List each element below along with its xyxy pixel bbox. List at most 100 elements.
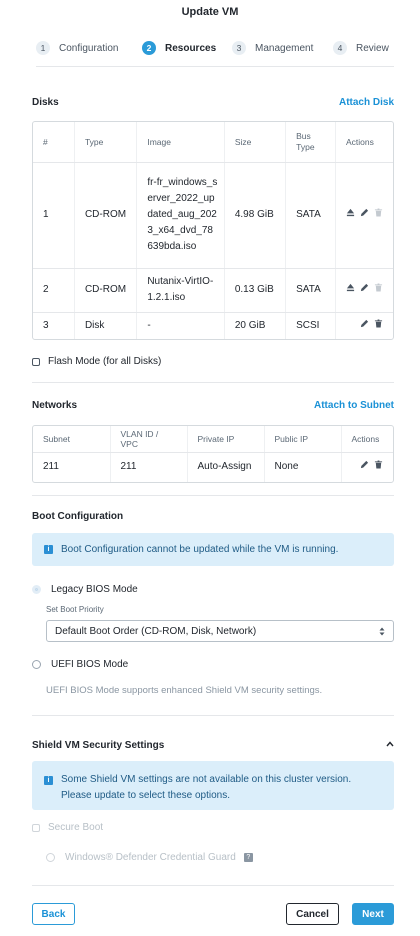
uefi-bios-label: UEFI BIOS Mode xyxy=(51,659,129,670)
step-review[interactable]: 4 Review xyxy=(333,41,389,55)
legacy-bios-radio[interactable]: Legacy BIOS Mode xyxy=(32,584,138,595)
step-number: 4 xyxy=(333,41,347,55)
attach-disk-link[interactable]: Attach Disk xyxy=(339,97,394,108)
cell-actions xyxy=(335,268,393,313)
eject-icon[interactable] xyxy=(346,208,355,217)
step-label: Resources xyxy=(165,42,217,54)
col-number: # xyxy=(33,122,75,163)
step-number: 1 xyxy=(36,41,50,55)
cell-type: Disk xyxy=(74,312,138,339)
cell-actions xyxy=(341,452,393,482)
col-actions: Actions xyxy=(341,426,393,453)
step-management[interactable]: 3 Management xyxy=(232,41,313,55)
delete-icon[interactable] xyxy=(374,460,383,469)
networks-title: Networks xyxy=(32,400,78,411)
cell-size: 4.98 GiB xyxy=(224,162,287,269)
cell-number: 1 xyxy=(33,162,75,269)
col-actions: Actions xyxy=(335,122,393,163)
divider xyxy=(32,382,394,383)
cell-size: 20 GiB xyxy=(224,312,287,339)
info-icon: i xyxy=(44,545,53,554)
step-label: Review xyxy=(356,42,389,54)
cell-image: fr-fr_windows_server_2022_updated_aug_20… xyxy=(136,162,225,269)
step-number: 2 xyxy=(142,41,156,55)
step-label: Configuration xyxy=(59,42,119,54)
cell-private-ip: Auto-Assign xyxy=(187,452,265,482)
flash-mode-checkbox[interactable]: Flash Mode (for all Disks) xyxy=(32,356,161,367)
edit-icon[interactable] xyxy=(360,319,369,328)
edit-icon[interactable] xyxy=(360,283,369,292)
checkbox-box[interactable] xyxy=(32,357,40,366)
table-row: 2 CD-ROM Nutanix-VirtIO-1.2.1.iso 0.13 G… xyxy=(33,268,393,313)
uefi-note: UEFI BIOS Mode supports enhanced Shield … xyxy=(46,685,323,696)
secure-boot-label: Secure Boot xyxy=(48,822,104,833)
attach-subnet-link[interactable]: Attach to Subnet xyxy=(314,400,394,411)
back-button[interactable]: Back xyxy=(32,903,75,925)
wizard-steps: 1 Configuration 2 Resources 3 Management… xyxy=(36,41,394,67)
credential-guard-label: Windows® Defender Credential Guard xyxy=(65,852,236,863)
step-configuration[interactable]: 1 Configuration xyxy=(36,41,118,55)
next-button[interactable]: Next xyxy=(352,903,394,925)
checkbox-box[interactable] xyxy=(32,823,40,832)
boot-info-text: Boot Configuration cannot be updated whi… xyxy=(61,544,339,555)
cell-subnet: 211 xyxy=(33,452,111,482)
col-vlan: VLAN ID / VPC xyxy=(110,426,188,453)
cell-bus: SATA xyxy=(285,268,336,313)
dialog-title: Update VM xyxy=(181,6,239,18)
select-arrows-icon xyxy=(379,627,385,635)
shield-title: Shield VM Security Settings xyxy=(32,740,165,751)
legacy-bios-label: Legacy BIOS Mode xyxy=(51,584,138,595)
boot-priority-select[interactable]: Default Boot Order (CD-ROM, Disk, Networ… xyxy=(46,620,394,642)
eject-icon[interactable] xyxy=(346,283,355,292)
credential-guard-option[interactable]: Windows® Defender Credential Guard ? xyxy=(46,852,253,863)
radio-button[interactable] xyxy=(32,660,41,669)
divider xyxy=(32,495,394,496)
delete-icon[interactable] xyxy=(374,319,383,328)
edit-icon[interactable] xyxy=(360,460,369,469)
info-icon: i xyxy=(44,776,53,785)
table-row: 1 CD-ROM fr-fr_windows_server_2022_updat… xyxy=(33,162,393,269)
cell-number: 3 xyxy=(33,312,75,339)
col-private-ip: Private IP xyxy=(187,426,265,453)
col-image: Image xyxy=(136,122,225,163)
col-public-ip: Public IP xyxy=(264,426,342,453)
table-row: 211 211 Auto-Assign None xyxy=(33,452,393,482)
col-bus-type: Bus Type xyxy=(285,122,336,163)
shield-info-text: Some Shield VM settings are not availabl… xyxy=(61,774,352,801)
boot-info-banner: i Boot Configuration cannot be updated w… xyxy=(32,533,394,566)
divider xyxy=(32,715,394,716)
cell-size: 0.13 GiB xyxy=(224,268,287,313)
step-resources[interactable]: 2 Resources xyxy=(142,41,216,55)
boot-priority-value: Default Boot Order (CD-ROM, Disk, Networ… xyxy=(55,625,257,637)
col-size: Size xyxy=(224,122,287,163)
cell-actions xyxy=(336,312,394,339)
step-number: 3 xyxy=(232,41,246,55)
secure-boot-checkbox[interactable]: Secure Boot xyxy=(32,822,103,833)
cell-bus: SATA xyxy=(285,162,336,269)
step-label: Management xyxy=(255,42,314,54)
networks-table: Subnet VLAN ID / VPC Private IP Public I… xyxy=(32,425,394,483)
edit-icon[interactable] xyxy=(360,208,369,217)
delete-icon[interactable] xyxy=(374,208,383,217)
cell-number: 2 xyxy=(33,268,75,313)
cell-type: CD-ROM xyxy=(74,268,138,313)
cell-image: - xyxy=(136,312,225,339)
delete-icon[interactable] xyxy=(374,283,383,292)
cell-bus: SCSI xyxy=(285,312,336,339)
cancel-button[interactable]: Cancel xyxy=(286,903,339,925)
cell-type: CD-ROM xyxy=(74,162,138,269)
boot-priority-label: Set Boot Priority xyxy=(46,605,104,614)
cell-actions xyxy=(335,162,393,269)
col-type: Type xyxy=(74,122,138,163)
cell-public-ip: None xyxy=(264,452,342,482)
shield-info-banner: i Some Shield VM settings are not availa… xyxy=(32,761,394,810)
radio-button[interactable] xyxy=(46,853,55,862)
uefi-bios-radio[interactable]: UEFI BIOS Mode xyxy=(32,659,128,670)
disks-title: Disks xyxy=(32,97,59,108)
disks-table: # Type Image Size Bus Type Actions 1 CD-… xyxy=(32,121,394,340)
cell-image: Nutanix-VirtIO-1.2.1.iso xyxy=(136,268,225,313)
help-icon[interactable]: ? xyxy=(243,853,253,862)
radio-button[interactable] xyxy=(32,585,41,594)
chevron-up-icon[interactable] xyxy=(386,741,394,747)
table-row: 3 Disk - 20 GiB SCSI xyxy=(33,312,393,339)
